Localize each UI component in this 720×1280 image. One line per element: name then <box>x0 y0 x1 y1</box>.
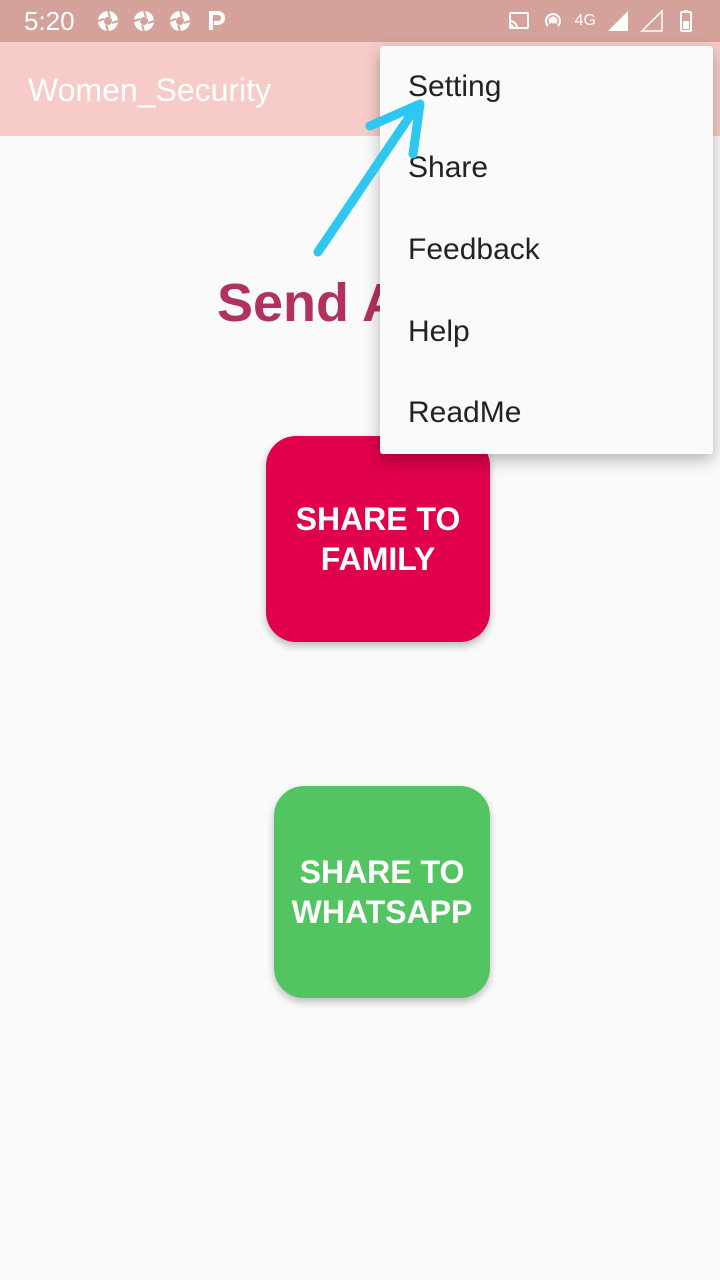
share-to-family-button[interactable]: SHARE TO FAMILY <box>266 436 490 642</box>
app-title: Women_Security <box>28 72 272 108</box>
shutter-icon <box>132 9 156 33</box>
share-to-whatsapp-button[interactable]: SHARE TO WHATSAPP <box>274 786 490 998</box>
status-right-icons: 4G <box>507 9 698 33</box>
signal-icon <box>606 9 630 33</box>
menu-item-setting[interactable]: Setting <box>380 46 713 128</box>
menu-item-share[interactable]: Share <box>380 128 713 210</box>
shutter-icon <box>168 9 192 33</box>
cast-icon <box>507 9 531 33</box>
battery-icon <box>674 9 698 33</box>
menu-item-readme[interactable]: ReadMe <box>380 372 713 454</box>
signal-empty-icon <box>640 9 664 33</box>
overflow-menu: Setting Share Feedback Help ReadMe <box>380 46 713 454</box>
menu-item-help[interactable]: Help <box>380 291 713 373</box>
menu-item-feedback[interactable]: Feedback <box>380 209 713 291</box>
status-bar: 5:20 4G <box>0 0 720 42</box>
status-left-icons <box>96 9 228 33</box>
p-icon <box>204 9 228 33</box>
status-time: 5:20 <box>24 6 75 36</box>
page-headline: Send A <box>217 273 402 333</box>
hotspot-icon <box>541 9 565 33</box>
network-type: 4G <box>574 12 596 29</box>
shutter-icon <box>96 9 120 33</box>
